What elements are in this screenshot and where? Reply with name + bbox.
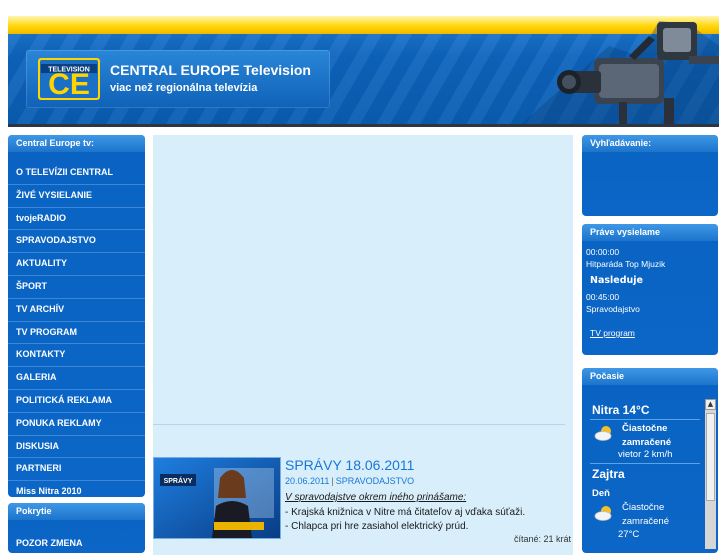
- next-time: 00:45:00: [586, 292, 620, 302]
- weather-wind: vietor 2 km/h: [618, 449, 673, 460]
- now-playing-panel: Práve vysielame 00:00:00 Hitparáda Top M…: [582, 224, 718, 355]
- ce-logo-icon: CE TELEVISION: [38, 58, 100, 100]
- coverage-panel: Pokrytie POZOR ZMENA: [8, 503, 145, 553]
- weather-divider: [590, 463, 700, 464]
- search-title: Vyhľadávanie:: [582, 135, 718, 152]
- article-bullet: - Krajská knižnica v Nitre má čitateľov …: [285, 507, 526, 518]
- menu-item[interactable]: TV PROGRAM: [8, 320, 145, 344]
- coverage-link[interactable]: POZOR ZMENA: [8, 538, 145, 548]
- weather-content: Nitra 14°C Čiastočne zamračené vietor 2 …: [582, 385, 703, 553]
- now-time: 00:00:00: [586, 247, 620, 257]
- content-divider: [153, 424, 565, 425]
- weather-today-condition: Čiastočne zamračené: [622, 423, 672, 448]
- weather-divider: [590, 419, 700, 420]
- thumb-label: SPRÁVY: [164, 476, 193, 485]
- partly-cloudy-icon: [594, 426, 612, 441]
- weather-title: Počasie: [582, 368, 718, 385]
- next-show: Spravodajstvo: [586, 304, 640, 314]
- news-thumbnail[interactable]: SPRÁVY: [153, 457, 281, 539]
- weather-day-label: Deň: [592, 488, 610, 499]
- menu-item[interactable]: tvojeRADIO: [8, 206, 145, 230]
- menu-item[interactable]: DISKUSIA: [8, 434, 145, 458]
- tv-program-link[interactable]: TV program: [590, 328, 635, 338]
- menu-item[interactable]: ŽIVÉ VYSIELANIE: [8, 183, 145, 207]
- weather-tomorrow-condition: Čiastočne zamračené: [622, 502, 669, 527]
- menu-list: O TELEVÍZII CENTRAL ŽIVÉ VYSIELANIE tvojeR…: [8, 162, 145, 497]
- article-title[interactable]: SPRÁVY 18.06.2011: [285, 457, 414, 473]
- main-menu-title: Central Europe tv:: [8, 135, 145, 152]
- menu-item[interactable]: AKTUALITY: [8, 252, 145, 275]
- meta-separator: |: [331, 476, 334, 486]
- article-category[interactable]: SPRAVODAJSTVO: [336, 476, 414, 486]
- article-intro: V spravodajstve okrem iného prinášame:: [285, 492, 467, 503]
- menu-item[interactable]: SPRAVODAJSTVO: [8, 229, 145, 252]
- logo-tag: TELEVISION: [48, 67, 90, 74]
- menu-item[interactable]: POLITICKÁ REKLAMA: [8, 388, 145, 412]
- article-date: 20.06.2011: [285, 476, 330, 486]
- site-header: CE TELEVISION CENTRAL EUROPE Television …: [8, 16, 719, 126]
- menu-item[interactable]: PONUKA REKLAMY: [8, 411, 145, 435]
- header-divider: [8, 124, 719, 127]
- menu-item[interactable]: PARTNERI: [8, 457, 145, 480]
- article-meta: 20.06.2011 | SPRAVODAJSTVO: [285, 476, 414, 486]
- article-read-count: čítané: 21 krát: [514, 534, 572, 544]
- scroll-thumb[interactable]: [706, 413, 715, 501]
- menu-item[interactable]: KONTAKTY: [8, 343, 145, 366]
- weather-city: Nitra 14°C: [592, 403, 650, 417]
- main-menu: Central Europe tv: O TELEVÍZII CENTRAL ŽI…: [8, 135, 145, 497]
- now-show: Hitparáda Top Mjuzik: [586, 259, 666, 269]
- brand-subtitle: viac než regionálna televízia: [110, 82, 258, 94]
- search-panel: Vyhľadávanie:: [582, 135, 718, 216]
- menu-item[interactable]: GALERIA: [8, 366, 145, 389]
- tv-camera-icon: [519, 21, 719, 126]
- menu-item[interactable]: Miss Nitra 2010: [8, 480, 145, 497]
- menu-item[interactable]: TV ARCHÍV: [8, 297, 145, 321]
- menu-item[interactable]: O TELEVÍZII CENTRAL: [8, 162, 145, 184]
- weather-tomorrow-label: Zajtra: [592, 467, 625, 481]
- brand-title: CENTRAL EUROPE Television: [110, 62, 311, 78]
- next-title: Nasleduje: [590, 275, 643, 286]
- scroll-up-icon[interactable]: ▲: [705, 399, 716, 410]
- menu-item[interactable]: ŠPORT: [8, 274, 145, 298]
- coverage-title: Pokrytie: [8, 503, 145, 520]
- weather-scrollbar[interactable]: ▲: [705, 399, 716, 549]
- site-logo[interactable]: CE TELEVISION CENTRAL EUROPE Television …: [26, 50, 330, 108]
- weather-panel: Počasie Nitra 14°C Čiastočne zamračené v…: [582, 368, 718, 553]
- main-content: SPRÁVY SPRÁVY 18.06.2011 20.06.2011 | SPRA…: [153, 135, 573, 555]
- partly-cloudy-icon: [594, 506, 612, 521]
- now-playing-title: Práve vysielame: [582, 224, 718, 241]
- article-bullet: - Chlapca pri hre zasiahol elektrický pr…: [285, 521, 469, 532]
- weather-tomorrow-temp: 27°C: [618, 529, 640, 540]
